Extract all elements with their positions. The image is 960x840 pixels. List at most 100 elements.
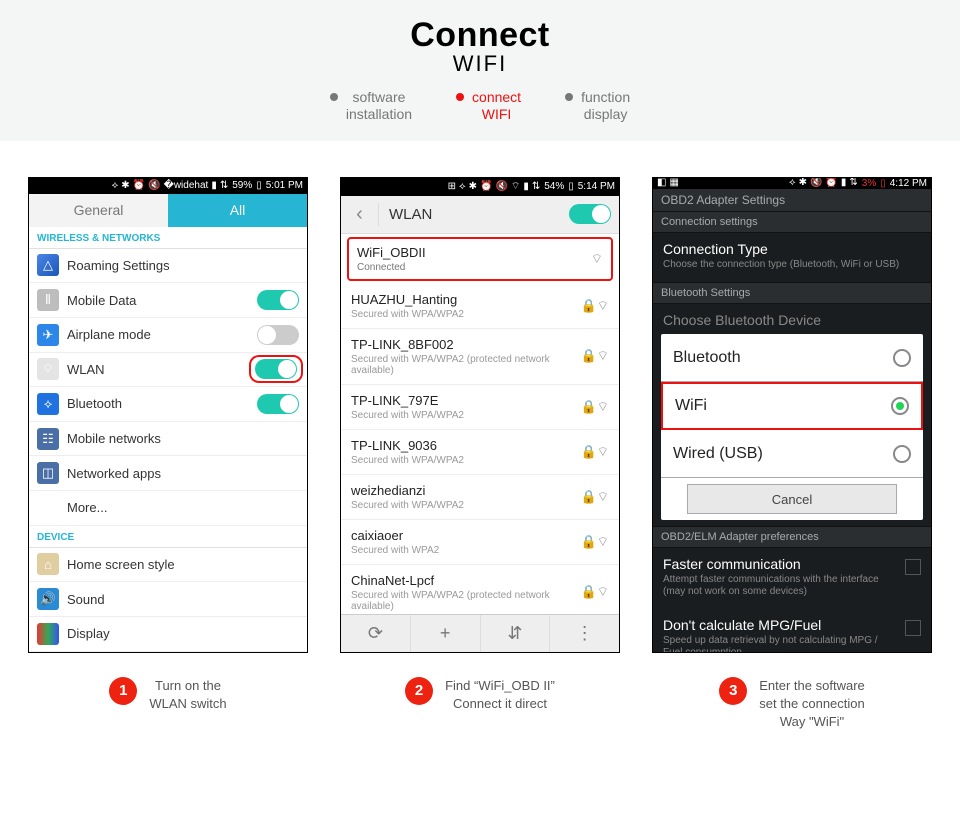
- nav-item-connect-wifi[interactable]: connectWIFI: [456, 89, 521, 123]
- menu-button[interactable]: ⋮: [550, 615, 619, 652]
- refresh-button[interactable]: ⟳: [341, 615, 411, 652]
- display-icon: [37, 623, 59, 645]
- step-badge-2: 2: [405, 677, 433, 705]
- status-bar: ⟡✱⏰🔇�widehat▮⇅ 59% ▯ 5:01 PM: [29, 178, 307, 194]
- wifi-row-obdii[interactable]: WiFi_OBDIIConnected⌔: [347, 237, 613, 281]
- tab-all[interactable]: All: [168, 194, 307, 227]
- row-connection-type[interactable]: Connection Type Choose the connection ty…: [653, 233, 931, 283]
- wlan-header: ‹ WLAN: [341, 196, 619, 234]
- wifi-strength-icon: ⌔: [591, 251, 603, 267]
- screenshots-row: ⟡✱⏰🔇�widehat▮⇅ 59% ▯ 5:01 PM General All…: [0, 141, 960, 752]
- wifi-lock-icon: 🔒⌔: [581, 584, 609, 600]
- row-roaming[interactable]: △Roaming Settings: [29, 249, 307, 284]
- wifi-lock-icon: 🔒⌔: [581, 489, 609, 505]
- row-mobile-data[interactable]: ⫴Mobile Data: [29, 283, 307, 318]
- row-dont-calc-mpg[interactable]: Don't calculate MPG/FuelSpeed up data re…: [653, 609, 931, 653]
- phone-2: ⊞⟡✱⏰🔇⌔▮⇅ 54%▯ 5:14 PM ‹ WLAN WiFi_OBDIIC…: [340, 177, 620, 732]
- row-mobile-networks[interactable]: ☷Mobile networks: [29, 422, 307, 457]
- wifi-row[interactable]: TP-LINK_9036Secured with WPA/WPA2🔒⌔: [341, 430, 619, 475]
- dialog-option-wired[interactable]: Wired (USB): [661, 430, 923, 478]
- checkbox-icon[interactable]: [905, 559, 921, 575]
- nav-item-function-display[interactable]: functiondisplay: [565, 89, 630, 123]
- section-bluetooth: Bluetooth Settings: [653, 282, 931, 304]
- wlan-bottom-bar: ⟳ + ⇵ ⋮: [341, 614, 619, 652]
- phone-3: ◧▦ ⟡✱🔇⏰▮⇅ 3%▯ 4:12 PM OBD2 Adapter Setti…: [652, 177, 932, 732]
- battery-text: 54%: [544, 181, 564, 192]
- airplane-toggle[interactable]: [257, 325, 299, 345]
- battery-icon: ▯: [880, 178, 886, 189]
- wifi-lock-icon: 🔒⌔: [581, 534, 609, 550]
- alarm-icon: ⏰: [133, 181, 145, 191]
- status-time: 4:12 PM: [890, 178, 927, 189]
- wifi-row[interactable]: ChinaNet-LpcfSecured with WPA/WPA2 (prot…: [341, 565, 619, 614]
- back-button[interactable]: ‹: [341, 203, 379, 226]
- tab-general[interactable]: General: [29, 194, 168, 227]
- wlan-title: WLAN: [379, 206, 569, 223]
- step-badge-1: 1: [109, 677, 137, 705]
- obd-title: OBD2 Adapter Settings: [653, 189, 931, 211]
- dot-icon: [565, 93, 573, 101]
- row-bluetooth[interactable]: ⟡Bluetooth: [29, 387, 307, 422]
- wlan-toggle[interactable]: [255, 359, 297, 379]
- dialog-option-wifi[interactable]: WiFi: [661, 382, 923, 430]
- mobile-net-icon: ☷: [37, 428, 59, 450]
- wifi-row[interactable]: TP-LINK_797ESecured with WPA/WPA2🔒⌔: [341, 385, 619, 430]
- row-more[interactable]: More...: [29, 491, 307, 526]
- add-network-button[interactable]: +: [411, 615, 481, 652]
- radio-selected-icon: [891, 397, 909, 415]
- row-choose-bt-device[interactable]: Choose Bluetooth Device: [653, 304, 931, 328]
- bluetooth-icon: ⟡: [112, 181, 119, 191]
- row-wlan[interactable]: ⌔WLAN: [29, 353, 307, 388]
- bluetooth-toggle[interactable]: [257, 394, 299, 414]
- signal-icon: ▮: [211, 181, 217, 191]
- phone-1: ⟡✱⏰🔇�widehat▮⇅ 59% ▯ 5:01 PM General All…: [28, 177, 308, 732]
- dialog-option-bluetooth[interactable]: Bluetooth: [661, 334, 923, 382]
- mobile-data-toggle[interactable]: [257, 290, 299, 310]
- wifi-row[interactable]: caixiaoerSecured with WPA2🔒⌔: [341, 520, 619, 565]
- status-bar: ⊞⟡✱⏰🔇⌔▮⇅ 54%▯ 5:14 PM: [341, 178, 619, 196]
- section-adapter-prefs: OBD2/ELM Adapter preferences: [653, 526, 931, 548]
- radio-icon: [893, 445, 911, 463]
- wifi-lock-icon: 🔒⌔: [581, 348, 609, 364]
- silent-icon: 🔇: [148, 181, 160, 191]
- section-device: DEVICE: [29, 526, 307, 548]
- caption-2: 2 Find “WiFi_OBD II”Connect it direct: [340, 677, 620, 713]
- connection-dialog: Bluetooth WiFi Wired (USB) Cancel: [661, 334, 923, 520]
- row-faster-comm[interactable]: Faster communicationAttempt faster commu…: [653, 548, 931, 609]
- wifi-row[interactable]: weizhedianziSecured with WPA/WPA2🔒⌔: [341, 475, 619, 520]
- status-bar: ◧▦ ⟡✱🔇⏰▮⇅ 3%▯ 4:12 PM: [653, 178, 931, 189]
- wifi-row[interactable]: TP-LINK_8BF002Secured with WPA/WPA2 (pro…: [341, 329, 619, 385]
- wlan-header-toggle[interactable]: [569, 204, 611, 224]
- mobile-data-icon: ⫴: [37, 289, 59, 311]
- page-title: Connect: [0, 16, 960, 55]
- row-airplane[interactable]: ✈Airplane mode: [29, 318, 307, 353]
- step-badge-3: 3: [719, 677, 747, 705]
- nav-item-software[interactable]: softwareinstallation: [330, 89, 412, 123]
- page-subtitle: WIFI: [0, 51, 960, 77]
- dialog-cancel-button[interactable]: Cancel: [687, 484, 897, 514]
- roaming-icon: △: [37, 254, 59, 276]
- nav-steps: softwareinstallation connectWIFI functio…: [0, 89, 960, 123]
- row-display[interactable]: Display: [29, 617, 307, 652]
- caption-1: 1 Turn on theWLAN switch: [28, 677, 308, 713]
- row-sound[interactable]: 🔊Sound: [29, 582, 307, 617]
- battery-text: 3%: [862, 178, 876, 189]
- row-networked-apps[interactable]: ◫Networked apps: [29, 456, 307, 491]
- radio-icon: [893, 349, 911, 367]
- wlan-icon: ⌔: [37, 358, 59, 380]
- battery-icon: ▯: [256, 180, 262, 191]
- bluetooth-row-icon: ⟡: [37, 393, 59, 415]
- home-icon: ⌂: [37, 553, 59, 575]
- dot-icon: [456, 93, 464, 101]
- section-connection: Connection settings: [653, 211, 931, 233]
- wifi-list[interactable]: WiFi_OBDIIConnected⌔ HUAZHU_HantingSecur…: [341, 234, 619, 614]
- wifi-icon: �widehat: [164, 181, 209, 191]
- battery-text: 59%: [232, 180, 252, 191]
- settings-tabs: General All: [29, 194, 307, 227]
- checkbox-icon[interactable]: [905, 620, 921, 636]
- row-home-style[interactable]: ⌂Home screen style: [29, 548, 307, 583]
- wps-button[interactable]: ⇵: [481, 615, 551, 652]
- data-icon: ⇅: [220, 181, 228, 191]
- wifi-row[interactable]: HUAZHU_HantingSecured with WPA/WPA2🔒⌔: [341, 284, 619, 329]
- caption-3: 3 Enter the softwareset the connectionWa…: [652, 677, 932, 732]
